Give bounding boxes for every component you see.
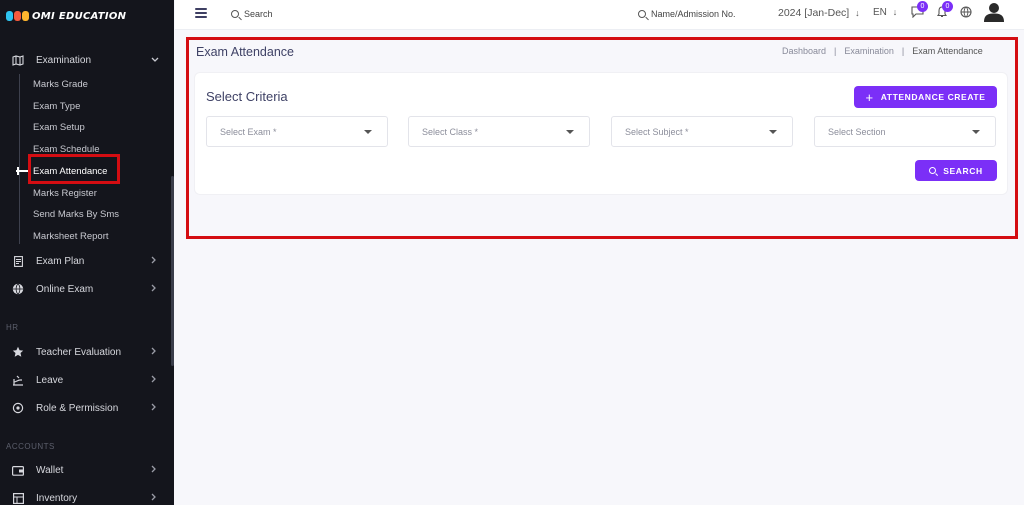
website-button[interactable] <box>959 5 973 19</box>
sidebar-subitem-marksheet-report[interactable]: Marksheet Report <box>33 229 109 243</box>
language-selector[interactable]: EN ↓ <box>873 7 897 18</box>
search-icon <box>231 10 239 18</box>
sidebar-item-leave[interactable]: Leave <box>0 370 170 390</box>
section-label-accounts: ACCOUNTS <box>6 442 55 451</box>
sidebar-item-role-permission[interactable]: Role & Permission <box>0 398 170 418</box>
sidebar-item-label: Role & Permission <box>36 402 119 414</box>
globe-icon <box>12 283 24 295</box>
messages-badge: 0 <box>917 1 928 12</box>
section-label-hr: HR <box>6 323 19 332</box>
session-label: 2024 [Jan-Dec] <box>778 7 850 19</box>
hamburger-menu-icon[interactable] <box>195 8 207 18</box>
admission-search-label: Name/Admission No. <box>651 9 736 19</box>
sidebar-item-label: Examination <box>36 54 92 66</box>
sidebar-item-online-exam[interactable]: Online Exam <box>0 279 170 299</box>
sidebar-subitem-marks-register[interactable]: Marks Register <box>33 186 97 200</box>
top-search[interactable]: Search <box>231 9 273 19</box>
sidebar-scrollbar[interactable] <box>171 176 174 366</box>
sidebar-item-label: Wallet <box>36 464 64 476</box>
sidebar-item-exam-plan[interactable]: Exam Plan <box>0 251 170 271</box>
sidebar-item-label: Exam Plan <box>36 255 85 267</box>
logo-mark-icon <box>6 11 29 21</box>
chevron-right-icon <box>151 284 157 294</box>
sidebar-subitem-exam-type[interactable]: Exam Type <box>33 99 80 113</box>
chevron-right-icon <box>151 465 157 475</box>
arrow-down-icon: ↓ <box>855 8 860 18</box>
sidebar-item-inventory[interactable]: Inventory <box>0 488 170 505</box>
notifications-button[interactable]: 0 <box>935 1 953 19</box>
topbar: Search Name/Admission No. 2024 [Jan-Dec]… <box>175 0 1024 30</box>
permission-icon <box>12 402 24 414</box>
chevron-right-icon <box>151 403 157 413</box>
notifications-badge: 0 <box>942 1 953 12</box>
messages-button[interactable]: 0 <box>910 1 928 19</box>
document-icon <box>12 255 24 267</box>
highlight-frame <box>186 37 1018 239</box>
search-icon <box>638 10 646 18</box>
submenu-line <box>19 74 20 244</box>
sidebar-item-examination[interactable]: Examination <box>0 50 170 70</box>
admission-search[interactable]: Name/Admission No. <box>638 9 736 19</box>
sidebar-item-label: Teacher Evaluation <box>36 346 122 358</box>
sidebar-item-teacher-evaluation[interactable]: Teacher Evaluation <box>0 342 170 362</box>
sidebar-item-label: Online Exam <box>36 283 94 295</box>
sidebar-subitem-send-marks-by-sms[interactable]: Send Marks By Sms <box>33 207 119 221</box>
arrow-down-icon: ↓ <box>892 7 898 17</box>
user-avatar-icon[interactable] <box>983 2 1005 22</box>
sidebar-subitem-exam-setup[interactable]: Exam Setup <box>33 120 85 134</box>
globe-icon <box>960 6 972 18</box>
logo-text: OMI EDUCATION <box>32 10 127 22</box>
language-label: EN <box>873 7 887 18</box>
chevron-right-icon <box>151 493 157 503</box>
star-icon <box>12 346 24 358</box>
logo[interactable]: OMI EDUCATION <box>6 8 126 24</box>
session-selector[interactable]: 2024 [Jan-Dec] ↓ <box>778 7 860 19</box>
chevron-right-icon <box>151 347 157 357</box>
sidebar-item-label: Inventory <box>36 492 78 504</box>
chevron-right-icon <box>151 375 157 385</box>
sidebar: OMI EDUCATION Examination Marks Grade Ex… <box>0 0 174 505</box>
sidebar-subitem-marks-grade[interactable]: Marks Grade <box>33 77 88 91</box>
chevron-right-icon <box>151 256 157 266</box>
map-icon <box>12 54 24 66</box>
top-search-label: Search <box>244 9 273 19</box>
chevron-down-icon <box>151 55 159 65</box>
wallet-icon <box>12 464 24 476</box>
highlight-box <box>28 154 120 184</box>
sidebar-item-label: Leave <box>36 374 64 386</box>
inventory-icon <box>12 492 24 504</box>
active-dot <box>17 167 19 175</box>
leave-icon <box>12 374 24 386</box>
sidebar-item-wallet[interactable]: Wallet <box>0 460 170 480</box>
